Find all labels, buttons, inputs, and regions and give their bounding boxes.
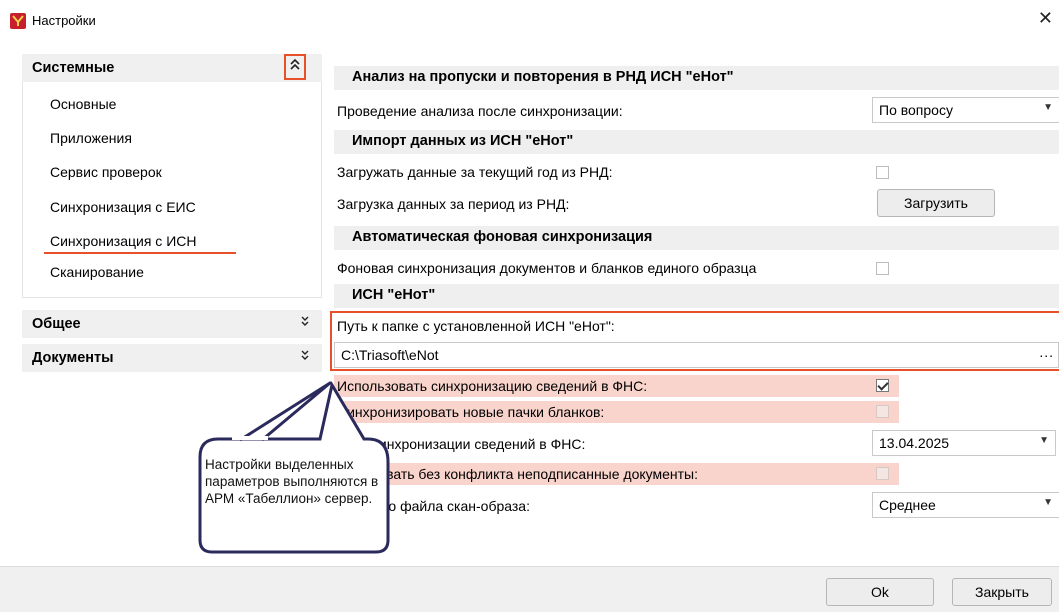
background-sync-checkbox[interactable] [876,262,889,275]
sidebar-group-title: Системные [32,60,115,76]
scan-quality-dropdown[interactable]: Среднее ▼ [872,492,1059,518]
import-period-label: Загрузка данных за период из РНД: [337,196,570,212]
sidebar-group-general[interactable]: Общее [22,310,322,338]
sidebar-group-documents[interactable]: Документы [22,344,322,372]
sidebar-item-eis-sync[interactable]: Синхронизация с ЕИС [50,199,196,215]
collapse-chevron-icon[interactable] [284,54,306,80]
sync-new-packs-label: Синхронизировать новые пачки бланков: [337,404,605,420]
analysis-dropdown[interactable]: По вопросу ▼ [872,97,1059,123]
sidebar-group-system[interactable]: Системные [22,54,322,82]
isn-path-input[interactable]: C:\Triasoft\eNot ... [334,342,1059,368]
section-title: Импорт данных из ИСН "еНот" [352,133,574,149]
window-title: Настройки [32,13,96,28]
footer-bar: Ok Закрыть [0,566,1059,612]
sidebar-item-scanning[interactable]: Сканирование [50,264,144,280]
isn-path-label: Путь к папке с установленной ИСН "еНот": [337,318,615,334]
import-current-year-checkbox[interactable] [876,166,889,179]
section-header-analysis: Анализ на пропуски и повторения в РНД ИС… [334,66,1059,90]
title-bar: Настройки ✕ [0,0,1059,40]
close-button[interactable]: Закрыть [952,578,1052,606]
close-icon[interactable]: ✕ [1038,8,1053,29]
sync-new-packs-checkbox[interactable] [876,405,889,418]
sidebar-group-title: Общее [32,316,81,332]
dropdown-value: По вопросу [879,102,953,118]
expand-chevron-icon [300,315,310,330]
date-value: 13.04.2025 [879,435,950,451]
sidebar-group-title: Документы [32,350,114,366]
ok-button[interactable]: Ok [826,578,934,606]
section-header-import: Импорт данных из ИСН "еНот" [334,130,1059,154]
selected-underline [44,252,236,254]
dropdown-arrow-icon: ▼ [1043,497,1053,508]
send-unsigned-label: Передавать без конфликта неподписанные д… [337,466,699,482]
analysis-label: Проведение анализа после синхронизации: [337,103,623,119]
app-icon [10,13,26,29]
load-button[interactable]: Загрузить [877,189,995,217]
section-title: ИСН "еНот" [352,287,436,303]
sidebar-item-isn-sync[interactable]: Синхронизация с ИСН [50,233,196,249]
callout-text: Настройки выделенных параметров выполняю… [205,457,379,506]
import-current-year-label: Загружать данные за текущий год из РНД: [337,164,613,180]
use-fns-sync-checkbox[interactable] [876,379,889,392]
dropdown-arrow-icon: ▼ [1039,435,1049,446]
fns-sync-date-label: Дата синхронизации сведений в ФНС: [337,436,586,452]
sidebar-item-check-service[interactable]: Сервис проверок [50,164,162,180]
section-title: Автоматическая фоновая синхронизация [352,229,653,245]
sidebar-item-apps[interactable]: Приложения [50,130,132,146]
sidebar-item-basic[interactable]: Основные [50,96,116,112]
browse-button[interactable]: ... [1039,344,1054,360]
dropdown-value: Среднее [879,497,936,513]
section-header-auto-sync: Автоматическая фоновая синхронизация [334,226,1059,250]
expand-chevron-icon [300,349,310,364]
fns-sync-date-picker[interactable]: 13.04.2025 ▼ [872,430,1056,456]
section-header-isn: ИСН "еНот" [334,284,1059,308]
send-unsigned-checkbox[interactable] [876,467,889,480]
isn-path-value: C:\Triasoft\eNot [341,347,439,363]
use-fns-sync-label: Использовать синхронизацию сведений в ФН… [337,378,648,394]
background-sync-label: Фоновая синхронизация документов и бланк… [337,260,757,276]
dropdown-arrow-icon: ▼ [1043,102,1053,113]
section-title: Анализ на пропуски и повторения в РНД ИС… [352,69,734,85]
